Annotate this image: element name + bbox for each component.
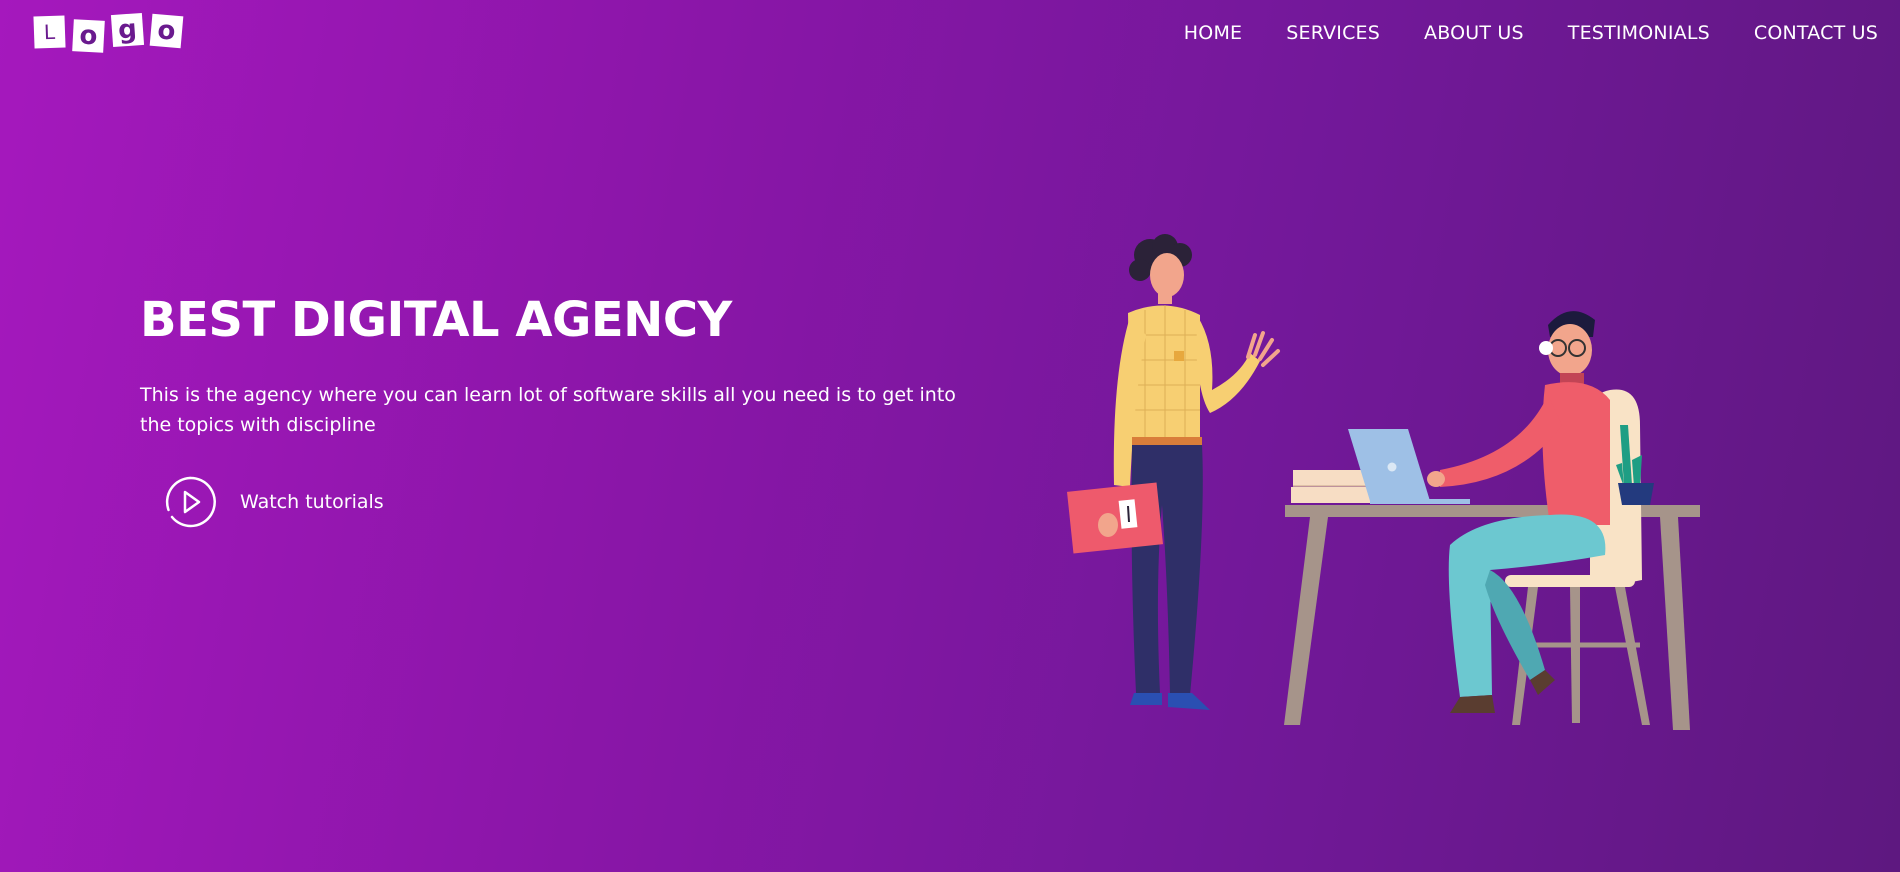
nav-home[interactable]: HOME (1184, 22, 1242, 44)
hero-title: BEST DIGITAL AGENCY (140, 292, 732, 348)
logo-letter: L (33, 15, 66, 49)
nav-services[interactable]: SERVICES (1286, 22, 1380, 44)
logo[interactable]: L o g o (33, 12, 184, 53)
logo-letter: o (72, 19, 105, 53)
hero-description: This is the agency where you can learn l… (140, 383, 956, 436)
nav-contact-us[interactable]: CONTACT US (1754, 22, 1878, 44)
office-illustration (1067, 234, 1700, 730)
standing-person (1067, 234, 1280, 710)
watch-tutorials-button[interactable]: Watch tutorials (164, 476, 960, 528)
logo-letter: o (149, 13, 184, 49)
nav-testimonials[interactable]: TESTIMONIALS (1568, 22, 1710, 44)
hero-section: BEST DIGITAL AGENCY This is the agency w… (140, 292, 960, 528)
nav-about-us[interactable]: ABOUT US (1424, 22, 1524, 44)
main-nav: HOME SERVICES ABOUT US TESTIMONIALS CONT… (1184, 22, 1878, 44)
logo-letter: g (110, 12, 145, 48)
watch-tutorials-label: Watch tutorials (240, 490, 384, 513)
play-circle-icon (165, 476, 216, 527)
